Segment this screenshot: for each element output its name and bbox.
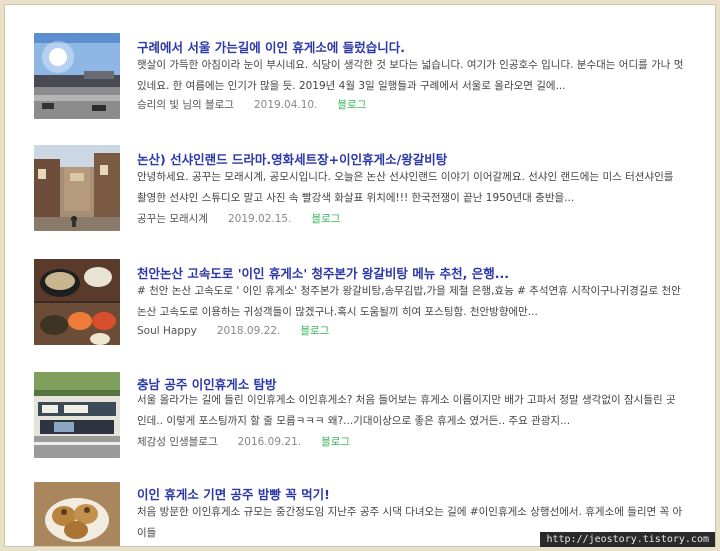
- result-date: 2018.09.22.: [216, 325, 281, 337]
- thumbnail-galbitang-meal[interactable]: [34, 259, 120, 345]
- result-title[interactable]: 이인 휴게소 기면 공주 밤빵 꼭 먹기!: [137, 484, 330, 503]
- result-title[interactable]: 천안논산 고속도로 '이인 휴게소' 청주본가 왕갈비탕 메뉴 추천, 은행..…: [137, 263, 509, 282]
- result-date: 2019.02.15.: [227, 213, 292, 225]
- result-snippet: # 천안 논산 고속도로 ' 이인 휴게소' 청주본가 왕갈비탕,송무김밥,가을…: [137, 285, 681, 318]
- result-title[interactable]: 구례에서 서울 가는길에 이인 휴게소에 들렀습니다.: [137, 37, 405, 56]
- result-meta: Soul Happy 2018.09.22. 블로그: [137, 323, 329, 338]
- result-author[interactable]: 승리의 빛 님의 블로그: [137, 99, 234, 111]
- result-title[interactable]: 논산) 선샤인랜드 드라마.영화세트장+이인휴게소/왕갈비탕: [137, 149, 447, 168]
- result-source-tag[interactable]: 블로그: [300, 325, 329, 337]
- result-source-tag[interactable]: 블로그: [321, 436, 350, 448]
- result-date: 2019.04.10.: [253, 99, 318, 111]
- search-results-panel: 구례에서 서울 가는길에 이인 휴게소에 들렀습니다. 햇살이 가득한 아침이라…: [4, 4, 716, 547]
- list-item: 구례에서 서울 가는길에 이인 휴게소에 들렀습니다. 햇살이 가득한 아침이라…: [5, 5, 715, 119]
- result-date: 2016.09.21.: [237, 436, 302, 448]
- result-snippet: 서울 올라가는 길에 들린 이인휴게소 이인휴게소? 처음 들어보는 휴게소 이…: [137, 394, 676, 427]
- thumbnail-rest-area-building[interactable]: [34, 372, 120, 458]
- result-author[interactable]: 공꾸는 모래시계: [137, 213, 208, 225]
- result-source-tag[interactable]: 블로그: [311, 213, 340, 225]
- list-item: 논산) 선샤인랜드 드라마.영화세트장+이인휴게소/왕갈비탕 안녕하세요. 공꾸…: [5, 115, 715, 231]
- list-item: 천안논산 고속도로 '이인 휴게소' 청주본가 왕갈비탕 메뉴 추천, 은행..…: [5, 229, 715, 345]
- result-snippet: 햇살이 가득한 아침이라 눈이 부시네요. 식당이 생각한 것 보다는 넓습니다…: [137, 59, 684, 92]
- thumbnail-rest-area-sunrise[interactable]: [34, 33, 120, 119]
- thumbnail-sunshine-land-street[interactable]: [34, 145, 120, 231]
- result-snippet: 안녕하세요. 공꾸는 모래시계, 공모시입니다. 오늘은 논산 선샤인랜드 이야…: [137, 171, 674, 204]
- thumbnail-chestnut-bread[interactable]: [34, 482, 120, 546]
- result-author[interactable]: Soul Happy: [137, 325, 197, 337]
- result-meta: 체감성 인생블로그 2016.09.21. 블로그: [137, 434, 350, 449]
- result-author[interactable]: 체감성 인생블로그: [137, 436, 218, 448]
- source-watermark: http://jeostory.tistory.com: [540, 532, 715, 547]
- result-meta: 공꾸는 모래시계 2019.02.15. 블로그: [137, 211, 340, 226]
- result-meta: 승리의 빛 님의 블로그 2019.04.10. 블로그: [137, 97, 366, 112]
- result-source-tag[interactable]: 블로그: [337, 99, 366, 111]
- list-item: 충남 공주 이인휴게소 탐방 서울 올라가는 길에 들린 이인휴게소 이인휴게소…: [5, 342, 715, 458]
